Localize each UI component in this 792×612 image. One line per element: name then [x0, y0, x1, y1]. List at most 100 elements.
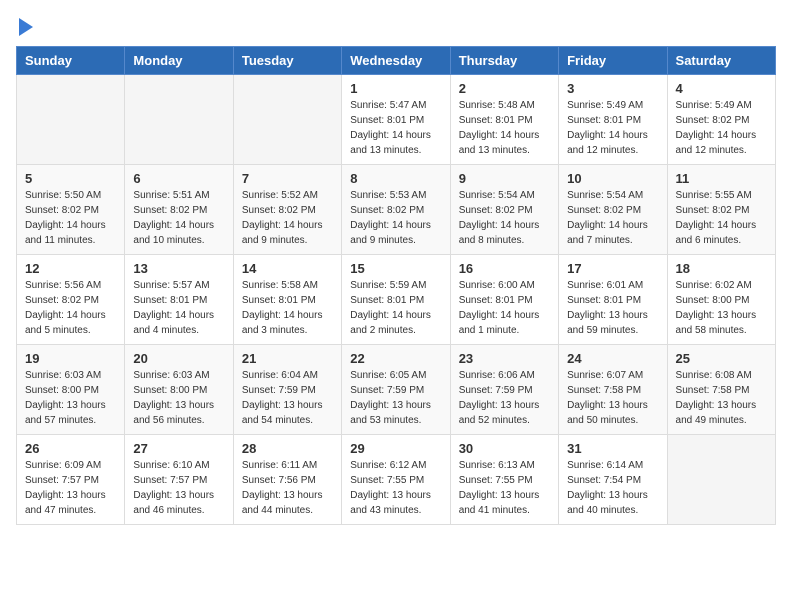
- day-number: 13: [133, 261, 224, 276]
- day-of-week-header: Friday: [559, 47, 667, 75]
- day-info: Sunrise: 6:08 AM Sunset: 7:58 PM Dayligh…: [676, 368, 767, 428]
- calendar-cell: 2Sunrise: 5:48 AM Sunset: 8:01 PM Daylig…: [450, 75, 558, 165]
- calendar-cell: 11 Sunrise: 5:55 AM Sunset: 8:02 PM Dayli…: [667, 165, 775, 255]
- calendar-cell: 6 Sunrise: 5:51 AM Sunset: 8:02 PM Daylig…: [125, 165, 233, 255]
- calendar-cell: 3 Sunrise: 5:49 AM Sunset: 8:01 PM Daylig…: [559, 75, 667, 165]
- day-number: 17: [567, 261, 658, 276]
- day-of-week-header: Thursday: [450, 47, 558, 75]
- day-number: 29: [350, 441, 441, 456]
- calendar-cell: 12 Sunrise: 5:56 AM Sunset: 8:02 PM Dayli…: [17, 255, 125, 345]
- calendar-cell: 20 Sunrise: 6:03 AM Sunset: 8:00 PM Dayli…: [125, 345, 233, 435]
- page-header: [16, 16, 776, 36]
- day-of-week-header: Tuesday: [233, 47, 341, 75]
- calendar-cell: 17 Sunrise: 6:01 AM Sunset: 8:01 PM Dayli…: [559, 255, 667, 345]
- day-info: Sunrise: 5:55 AM Sunset: 8:02 PM Dayligh…: [676, 188, 767, 248]
- calendar-week-row: 5 Sunrise: 5:50 AM Sunset: 8:02 PM Daylig…: [17, 165, 776, 255]
- calendar-cell: 7 Sunrise: 5:52 AM Sunset: 8:02 PM Daylig…: [233, 165, 341, 255]
- day-info: Sunrise: 5:57 AM Sunset: 8:01 PM Dayligh…: [133, 278, 224, 338]
- calendar-week-row: 26Sunrise: 6:09 AM Sunset: 7:57 PM Dayli…: [17, 435, 776, 525]
- day-info: Sunrise: 5:54 AM Sunset: 8:02 PM Dayligh…: [567, 188, 658, 248]
- day-info: Sunrise: 5:47 AM Sunset: 8:01 PM Dayligh…: [350, 98, 441, 158]
- logo: [16, 16, 33, 36]
- calendar-cell: 28Sunrise: 6:11 AM Sunset: 7:56 PM Dayli…: [233, 435, 341, 525]
- day-number: 6: [133, 171, 224, 186]
- day-info: Sunrise: 6:03 AM Sunset: 8:00 PM Dayligh…: [25, 368, 116, 428]
- day-info: Sunrise: 6:01 AM Sunset: 8:01 PM Dayligh…: [567, 278, 658, 338]
- calendar-cell: 4 Sunrise: 5:49 AM Sunset: 8:02 PM Daylig…: [667, 75, 775, 165]
- day-info: Sunrise: 5:54 AM Sunset: 8:02 PM Dayligh…: [459, 188, 550, 248]
- day-info: Sunrise: 5:49 AM Sunset: 8:02 PM Dayligh…: [676, 98, 767, 158]
- calendar-cell: 26Sunrise: 6:09 AM Sunset: 7:57 PM Dayli…: [17, 435, 125, 525]
- calendar-cell: 13 Sunrise: 5:57 AM Sunset: 8:01 PM Dayli…: [125, 255, 233, 345]
- day-of-week-header: Wednesday: [342, 47, 450, 75]
- day-number: 25: [676, 351, 767, 366]
- day-number: 26: [25, 441, 116, 456]
- day-number: 21: [242, 351, 333, 366]
- logo-arrow-icon: [19, 18, 33, 36]
- day-of-week-header: Saturday: [667, 47, 775, 75]
- calendar-cell: 10 Sunrise: 5:54 AM Sunset: 8:02 PM Dayli…: [559, 165, 667, 255]
- day-info: Sunrise: 5:52 AM Sunset: 8:02 PM Dayligh…: [242, 188, 333, 248]
- day-info: Sunrise: 6:07 AM Sunset: 7:58 PM Dayligh…: [567, 368, 658, 428]
- calendar-cell: 29 Sunrise: 6:12 AM Sunset: 7:55 PM Dayli…: [342, 435, 450, 525]
- day-number: 15: [350, 261, 441, 276]
- day-number: 30: [459, 441, 550, 456]
- day-number: 31: [567, 441, 658, 456]
- day-number: 9: [459, 171, 550, 186]
- day-info: Sunrise: 6:05 AM Sunset: 7:59 PM Dayligh…: [350, 368, 441, 428]
- calendar-cell: 1 Sunrise: 5:47 AM Sunset: 8:01 PM Daylig…: [342, 75, 450, 165]
- day-info: Sunrise: 6:10 AM Sunset: 7:57 PM Dayligh…: [133, 458, 224, 518]
- calendar-cell: 22 Sunrise: 6:05 AM Sunset: 7:59 PM Dayli…: [342, 345, 450, 435]
- day-info: Sunrise: 5:56 AM Sunset: 8:02 PM Dayligh…: [25, 278, 116, 338]
- calendar-cell: [667, 435, 775, 525]
- day-number: 16: [459, 261, 550, 276]
- day-number: 11: [676, 171, 767, 186]
- calendar-cell: 14Sunrise: 5:58 AM Sunset: 8:01 PM Dayli…: [233, 255, 341, 345]
- day-info: Sunrise: 6:06 AM Sunset: 7:59 PM Dayligh…: [459, 368, 550, 428]
- calendar-cell: 30 Sunrise: 6:13 AM Sunset: 7:55 PM Dayli…: [450, 435, 558, 525]
- calendar-cell: 16 Sunrise: 6:00 AM Sunset: 8:01 PM Dayli…: [450, 255, 558, 345]
- day-info: Sunrise: 6:13 AM Sunset: 7:55 PM Dayligh…: [459, 458, 550, 518]
- day-info: Sunrise: 6:11 AM Sunset: 7:56 PM Dayligh…: [242, 458, 333, 518]
- calendar-week-row: 19 Sunrise: 6:03 AM Sunset: 8:00 PM Dayli…: [17, 345, 776, 435]
- day-number: 19: [25, 351, 116, 366]
- day-number: 7: [242, 171, 333, 186]
- calendar-header-row: SundayMondayTuesdayWednesdayThursdayFrid…: [17, 47, 776, 75]
- day-number: 1: [350, 81, 441, 96]
- calendar-cell: 27 Sunrise: 6:10 AM Sunset: 7:57 PM Dayli…: [125, 435, 233, 525]
- calendar-cell: [17, 75, 125, 165]
- day-number: 2: [459, 81, 550, 96]
- day-number: 27: [133, 441, 224, 456]
- day-info: Sunrise: 5:58 AM Sunset: 8:01 PM Dayligh…: [242, 278, 333, 338]
- day-info: Sunrise: 5:50 AM Sunset: 8:02 PM Dayligh…: [25, 188, 116, 248]
- day-info: Sunrise: 6:02 AM Sunset: 8:00 PM Dayligh…: [676, 278, 767, 338]
- day-number: 10: [567, 171, 658, 186]
- day-number: 12: [25, 261, 116, 276]
- day-number: 24: [567, 351, 658, 366]
- calendar-cell: 25 Sunrise: 6:08 AM Sunset: 7:58 PM Dayli…: [667, 345, 775, 435]
- day-info: Sunrise: 5:51 AM Sunset: 8:02 PM Dayligh…: [133, 188, 224, 248]
- day-number: 5: [25, 171, 116, 186]
- day-number: 8: [350, 171, 441, 186]
- calendar-table: SundayMondayTuesdayWednesdayThursdayFrid…: [16, 46, 776, 525]
- calendar-cell: 15 Sunrise: 5:59 AM Sunset: 8:01 PM Dayli…: [342, 255, 450, 345]
- day-info: Sunrise: 5:59 AM Sunset: 8:01 PM Dayligh…: [350, 278, 441, 338]
- calendar-cell: [125, 75, 233, 165]
- day-number: 18: [676, 261, 767, 276]
- day-of-week-header: Monday: [125, 47, 233, 75]
- day-info: Sunrise: 5:49 AM Sunset: 8:01 PM Dayligh…: [567, 98, 658, 158]
- day-number: 3: [567, 81, 658, 96]
- day-number: 23: [459, 351, 550, 366]
- calendar-cell: 24 Sunrise: 6:07 AM Sunset: 7:58 PM Dayli…: [559, 345, 667, 435]
- calendar-cell: 8Sunrise: 5:53 AM Sunset: 8:02 PM Daylig…: [342, 165, 450, 255]
- calendar-cell: 31Sunrise: 6:14 AM Sunset: 7:54 PM Dayli…: [559, 435, 667, 525]
- day-info: Sunrise: 6:12 AM Sunset: 7:55 PM Dayligh…: [350, 458, 441, 518]
- day-number: 20: [133, 351, 224, 366]
- calendar-cell: 23 Sunrise: 6:06 AM Sunset: 7:59 PM Dayli…: [450, 345, 558, 435]
- day-info: Sunrise: 6:00 AM Sunset: 8:01 PM Dayligh…: [459, 278, 550, 338]
- day-info: Sunrise: 6:03 AM Sunset: 8:00 PM Dayligh…: [133, 368, 224, 428]
- day-number: 4: [676, 81, 767, 96]
- day-info: Sunrise: 6:04 AM Sunset: 7:59 PM Dayligh…: [242, 368, 333, 428]
- calendar-cell: [233, 75, 341, 165]
- day-number: 22: [350, 351, 441, 366]
